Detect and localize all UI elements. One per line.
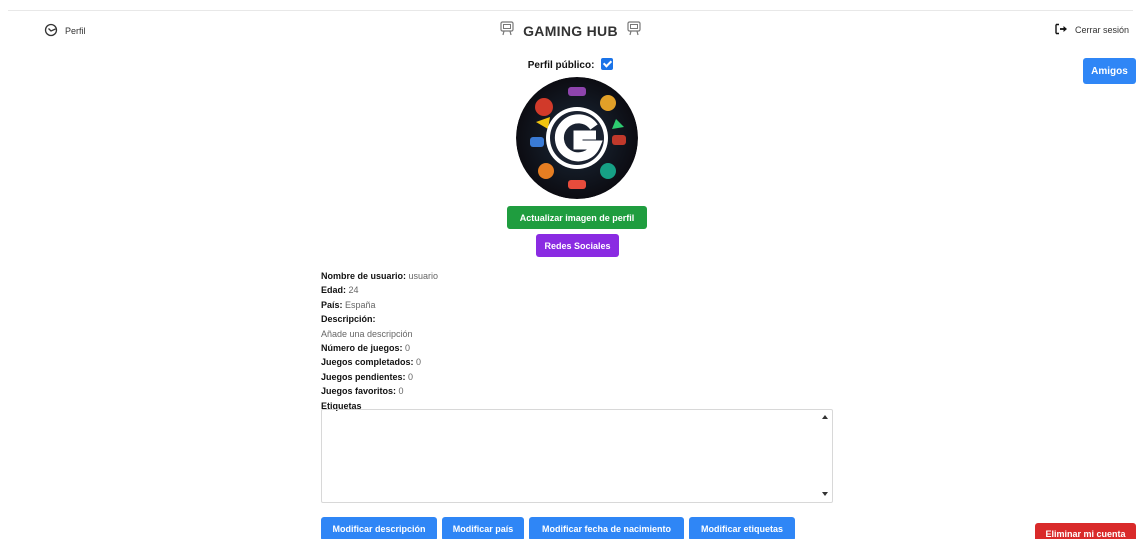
modify-description-button[interactable]: Modificar descripción [321, 517, 437, 539]
logout-label: Cerrar sesión [1074, 25, 1129, 35]
country-row: País: España [321, 299, 376, 310]
friends-button[interactable]: Amigos [1083, 58, 1136, 84]
age-row: Edad: 24 [321, 285, 359, 296]
modify-birthdate-button[interactable]: Modificar fecha de nacimiento [529, 517, 684, 539]
description-text: Añade una descripción [321, 328, 413, 339]
update-profile-image-button[interactable]: Actualizar imagen de perfil [507, 206, 647, 229]
profile-info: Nombre de usuario: usuario Edad: 24 País… [321, 269, 438, 413]
public-profile-row: Perfil público: [0, 58, 1141, 71]
public-profile-checkbox[interactable] [601, 58, 614, 70]
scroll-up-icon[interactable] [822, 415, 828, 419]
delete-account-button[interactable]: Eliminar mi cuenta [1035, 523, 1136, 539]
favorite-games-row: Juegos favoritos: 0 [321, 386, 404, 397]
arcade-icon [499, 20, 515, 41]
logout-link[interactable]: Cerrar sesión [1055, 23, 1129, 37]
description-label: Descripción: [321, 314, 376, 325]
avatar [516, 77, 638, 199]
pending-games-row: Juegos pendientes: 0 [321, 371, 414, 382]
social-networks-button[interactable]: Redes Sociales [536, 234, 619, 257]
app-title: GAMING HUB [523, 22, 618, 39]
brand: GAMING HUB [0, 20, 1141, 41]
username-row: Nombre de usuario: usuario [321, 271, 439, 281]
modify-tags-button[interactable]: Modificar etiquetas [689, 517, 795, 539]
completed-games-row: Juegos completados: 0 [321, 357, 422, 368]
top-navbar: Perfil GAMING HUB Cerrar sesión [0, 0, 1141, 56]
public-profile-label: Perfil público: [527, 60, 595, 71]
top-divider [8, 10, 1133, 11]
arcade-icon [626, 20, 642, 41]
logout-icon [1055, 23, 1068, 37]
games-count-row: Número de juegos: 0 [321, 343, 411, 354]
scroll-down-icon[interactable] [822, 492, 828, 496]
modify-country-button[interactable]: Modificar país [442, 517, 524, 539]
tags-textarea[interactable] [321, 409, 833, 503]
